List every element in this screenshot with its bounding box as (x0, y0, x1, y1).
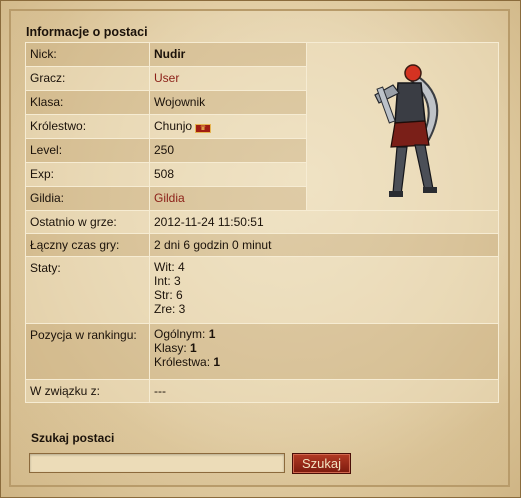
nick-value: Nudir (149, 42, 307, 67)
search-title: Szukaj postaci (31, 431, 115, 445)
character-info-panel: Informacje o postaci Nick: Nudir Gracz: … (0, 0, 521, 498)
panel-title: Informacje o postaci (26, 25, 148, 39)
kingdom-label: Królestwo: (25, 114, 150, 139)
playtime-label: Łączny czas gry: (25, 233, 150, 257)
warrior-avatar-icon (373, 64, 438, 197)
rank-line: Klasy: 1 (154, 341, 494, 355)
table-row: Staty: Wit: 4 Int: 3 Str: 6 Zre: 3 (25, 256, 499, 324)
kingdom-flag-icon: ♛ (195, 124, 212, 133)
guild-label: Gildia: (25, 186, 150, 211)
stat-line: Str: 6 (154, 288, 183, 302)
class-label: Klasa: (25, 90, 150, 115)
rank-class-label: Klasy: (154, 341, 187, 355)
guild-value: Gildia (149, 186, 307, 211)
last-online-value: 2012-11-24 11:50:51 (149, 210, 499, 234)
rank-kingdom-value: 1 (213, 355, 221, 369)
kingdom-value: Chunjo ♛ (149, 114, 307, 139)
search-input[interactable] (29, 453, 285, 473)
table-row: Pozycja w rankingu: Ogólnym: 1 Klasy: 1 … (25, 323, 499, 380)
stat-line: Zre: 3 (154, 302, 186, 316)
table-row: Łączny czas gry: 2 dni 6 godzin 0 minut (25, 233, 499, 257)
search-button[interactable]: Szukaj (292, 453, 351, 474)
last-online-label: Ostatnio w grze: (25, 210, 150, 234)
nick-label: Nick: (25, 42, 150, 67)
rank-general-label: Ogólnym: (154, 327, 206, 341)
character-avatar (306, 42, 499, 211)
table-row: Ostatnio w grze: 2012-11-24 11:50:51 (25, 210, 499, 234)
playtime-value: 2 dni 6 godzin 0 minut (149, 233, 499, 257)
player-label: Gracz: (25, 66, 150, 91)
rank-line: Królestwa: 1 (154, 355, 494, 369)
relationship-label: W związku z: (25, 379, 150, 403)
stats-value: Wit: 4 Int: 3 Str: 6 Zre: 3 (149, 256, 499, 324)
stat-line: Wit: 4 (154, 260, 185, 274)
exp-label: Exp: (25, 162, 150, 187)
rank-kingdom-label: Królestwa: (154, 355, 211, 369)
rank-class-value: 1 (190, 341, 197, 355)
rank-general-value: 1 (208, 327, 216, 341)
table-row: Nick: Nudir (25, 42, 499, 211)
rank-line: Ogólnym: 1 (154, 327, 494, 341)
kingdom-name: Chunjo (154, 119, 193, 133)
table-row: W związku z: --- (25, 379, 499, 403)
relationship-value: --- (149, 379, 499, 403)
class-value: Wojownik (149, 90, 307, 115)
level-label: Level: (25, 138, 150, 163)
character-info-table: Nick: Nudir Gracz: User Klasa: Wojownik … (25, 42, 499, 403)
player-value: User (149, 66, 307, 91)
player-link[interactable]: User (154, 71, 179, 85)
exp-value: 508 (149, 162, 307, 187)
guild-link[interactable]: Gildia (154, 191, 185, 205)
ranking-value: Ogólnym: 1 Klasy: 1 Królestwa: 1 (149, 323, 499, 380)
stats-label: Staty: (25, 256, 150, 324)
ranking-label: Pozycja w rankingu: (25, 323, 150, 380)
level-value: 250 (149, 138, 307, 163)
stat-line: Int: 3 (154, 274, 181, 288)
